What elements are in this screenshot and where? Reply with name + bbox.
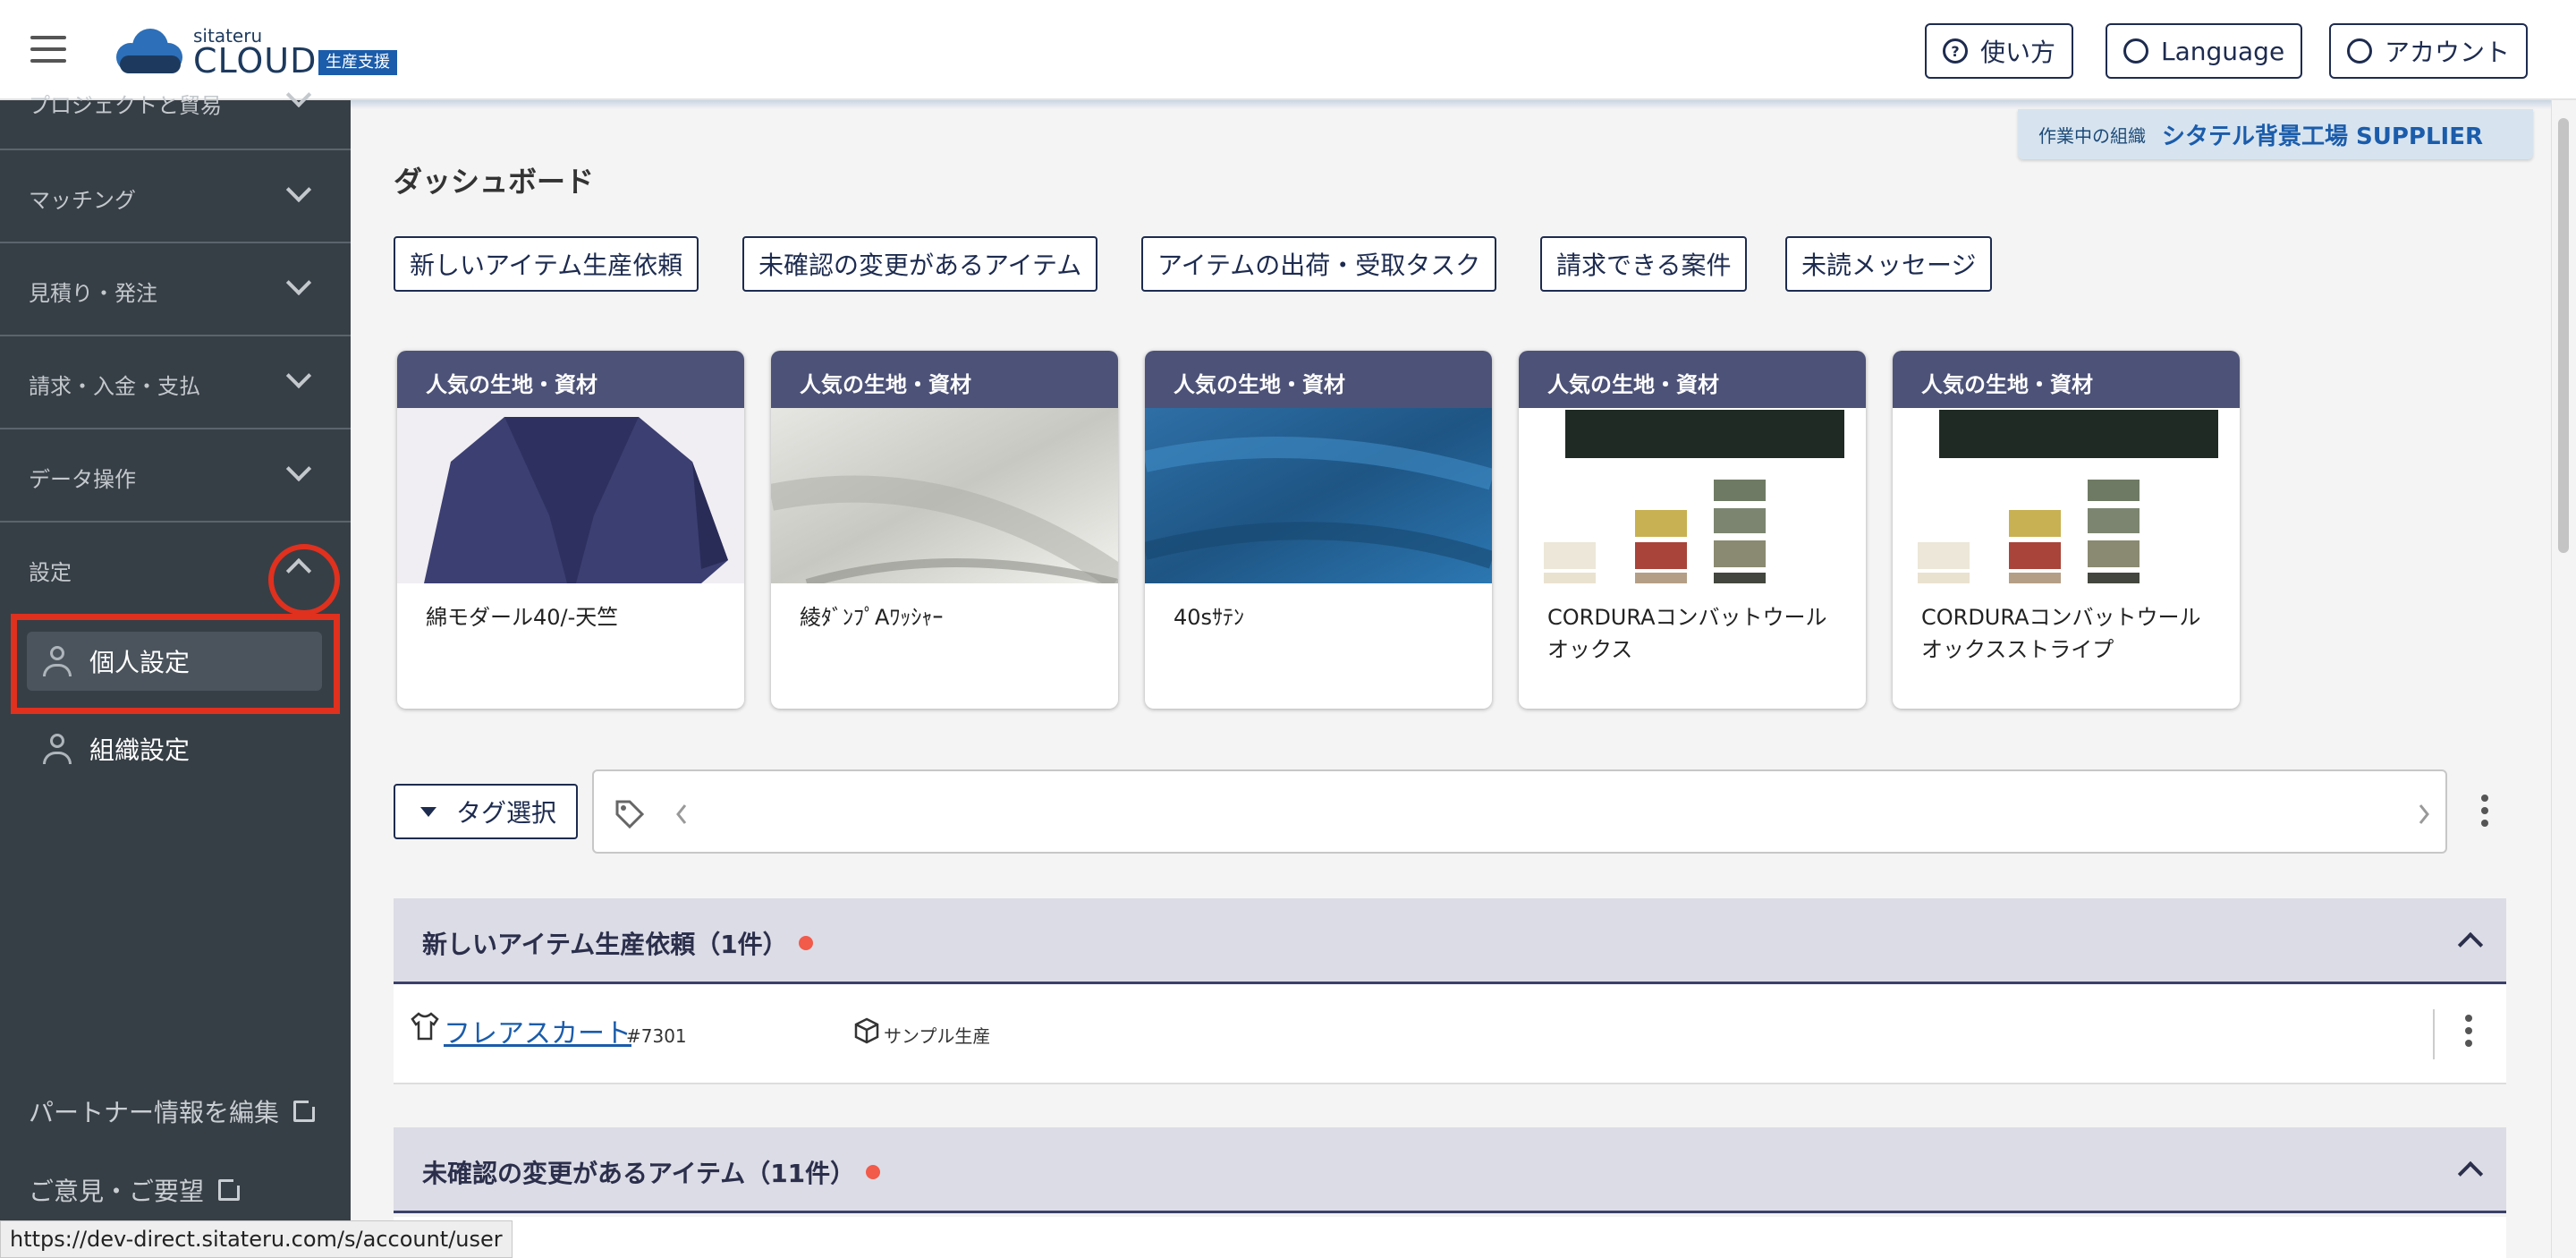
section-new-requests[interactable]: 新しいアイテム生産依頼（1件）	[394, 898, 2506, 984]
unread-dot	[798, 936, 813, 950]
tag-icon	[615, 800, 645, 829]
card-header: 人気の生地・資材	[397, 351, 744, 408]
swatch-image	[1519, 408, 1866, 583]
table-row[interactable]	[394, 1217, 2506, 1258]
partner-info-link[interactable]: パートナー情報を編集	[29, 1093, 318, 1129]
card-name: CORDURAコンバットウールオックスストライプ	[1921, 605, 2201, 662]
section-title: 未確認の変更があるアイテム（11件）	[422, 1154, 881, 1190]
chevron-down-icon	[285, 81, 312, 108]
people-icon	[41, 734, 73, 766]
fabric-image	[771, 408, 1118, 583]
card-header: 人気の生地・資材	[771, 351, 1118, 408]
sidebar-section-label: データ操作	[29, 467, 136, 492]
chevron-down-icon	[285, 269, 312, 296]
sidebar-section-label: 設定	[29, 560, 72, 585]
chevron-down-icon	[285, 362, 312, 389]
shirt-icon	[411, 1012, 439, 1041]
sidebar-item-label: 組織設定	[89, 735, 191, 765]
filter-unconfirmed-changes[interactable]: 未確認の変更があるアイテム	[742, 236, 1098, 292]
status-url: https://dev-direct.sitateru.com/s/accoun…	[0, 1220, 513, 1258]
sidebar-section-matching[interactable]: マッチング	[0, 149, 351, 242]
item-link[interactable]: フレアスカート	[444, 1011, 631, 1050]
swatch-image	[1893, 408, 2240, 583]
chevron-right-icon[interactable]	[2415, 802, 2433, 827]
org-name: シタテル背景工場 SUPPLIER	[2161, 123, 2483, 150]
material-card[interactable]: 人気の生地・資材 CORDURAコンバットウールオックスストライプ	[1893, 351, 2240, 709]
filter-new-requests[interactable]: 新しいアイテム生産依頼	[394, 236, 699, 292]
row-more-icon[interactable]	[2465, 1015, 2472, 1052]
account-icon	[2347, 38, 2372, 64]
sidebar-section-billing[interactable]: 請求・入金・支払	[0, 335, 351, 428]
org-label: 作業中の組織	[2038, 124, 2146, 147]
highlight-circle	[268, 544, 340, 616]
external-link-icon	[218, 1177, 243, 1201]
section-title-text: 新しいアイテム生産依頼（1件）	[422, 930, 788, 959]
scrollbar-thumb[interactable]	[2558, 118, 2569, 553]
item-type: サンプル生産	[884, 1025, 991, 1047]
tag-bar	[592, 769, 2447, 854]
top-strip	[351, 100, 2551, 109]
material-card[interactable]: 人気の生地・資材 綿モダール40/-天竺	[397, 351, 744, 709]
material-card[interactable]: 人気の生地・資材 40sｻﾃﾝ	[1145, 351, 1492, 709]
material-card[interactable]: 人気の生地・資材 綾ﾀﾞﾝﾌﾟAﾜｯｼｬｰ	[771, 351, 1118, 709]
chevron-left-icon[interactable]	[673, 802, 691, 827]
fabric-image	[1145, 408, 1492, 583]
material-card[interactable]: 人気の生地・資材 CORDURAコンバットウールオックス	[1519, 351, 1866, 709]
main-content: 作業中の組織 シタテル背景工場 SUPPLIER ダッシュボード 新しいアイテム…	[351, 100, 2551, 1258]
card-name: 40sｻﾃﾝ	[1174, 605, 1245, 630]
filter-shipping-tasks[interactable]: アイテムの出荷・受取タスク	[1141, 236, 1497, 292]
filter-unread-messages[interactable]: 未読メッセージ	[1785, 236, 1993, 292]
sidebar-section-label: 請求・入金・支払	[29, 374, 200, 399]
question-icon: ?	[1943, 38, 1968, 64]
partner-info-label: パートナー情報を編集	[29, 1098, 280, 1127]
sidebar-section-label: 見積り・発注	[29, 281, 157, 306]
card-header: 人気の生地・資材	[1519, 351, 1866, 408]
section-title-text: 未確認の変更があるアイテム（11件）	[422, 1159, 856, 1188]
external-link-icon	[293, 1098, 318, 1122]
box-icon	[854, 1017, 879, 1044]
card-name: 綾ﾀﾞﾝﾌﾟAﾜｯｼｬｰ	[800, 605, 944, 630]
sidebar-section-quotes[interactable]: 見積り・発注	[0, 242, 351, 335]
account-label: アカウント	[2385, 38, 2511, 67]
sidebar: プロジェクトと貿易 マッチング 見積り・発注 請求・入金・支払 データ操作 設定…	[0, 81, 351, 1258]
tag-select-label: タグ選択	[456, 798, 557, 828]
chevron-down-icon	[285, 176, 312, 203]
feedback-link[interactable]: ご意見・ご要望	[29, 1172, 243, 1208]
unread-dot	[866, 1165, 881, 1179]
help-button[interactable]: ? 使い方	[1925, 23, 2074, 79]
card-name: 綿モダール40/-天竺	[426, 605, 619, 630]
divider	[2433, 1009, 2435, 1059]
section-unconfirmed-changes[interactable]: 未確認の変更があるアイテム（11件）	[394, 1127, 2506, 1213]
sidebar-section-projects[interactable]: プロジェクトと貿易	[0, 55, 351, 149]
language-button[interactable]: Language	[2106, 23, 2303, 79]
card-header: 人気の生地・資材	[1893, 351, 2240, 408]
sidebar-section-data[interactable]: データ操作	[0, 428, 351, 521]
account-button[interactable]: アカウント	[2329, 23, 2529, 79]
filter-billable[interactable]: 請求できる案件	[1540, 236, 1748, 292]
page-title: ダッシュボード	[394, 165, 595, 199]
sidebar-section-label: プロジェクトと貿易	[29, 93, 222, 118]
more-options-icon[interactable]	[2481, 795, 2488, 832]
globe-icon	[2123, 38, 2148, 64]
sidebar-section-label: マッチング	[29, 188, 136, 213]
chevron-up-icon[interactable]	[2457, 1160, 2484, 1187]
current-org-badge: 作業中の組織 シタテル背景工場 SUPPLIER	[2018, 109, 2533, 159]
help-label: 使い方	[1980, 38, 2056, 67]
highlight-rectangle	[11, 614, 340, 714]
chevron-up-icon[interactable]	[2457, 931, 2484, 958]
feedback-label: ご意見・ご要望	[29, 1177, 205, 1206]
card-name: CORDURAコンバットウールオックス	[1547, 605, 1827, 662]
language-label: Language	[2161, 36, 2285, 66]
caret-down-icon	[420, 806, 436, 817]
product-image	[397, 408, 744, 583]
card-header: 人気の生地・資材	[1145, 351, 1492, 408]
table-row[interactable]: フレアスカート #7301 サンプル生産	[394, 984, 2506, 1084]
section-title: 新しいアイテム生産依頼（1件）	[422, 925, 813, 961]
chevron-down-icon	[285, 455, 312, 482]
tag-select-button[interactable]: タグ選択	[394, 784, 578, 839]
app-header: sitateru CLOUD 生産支援 ? 使い方 Language アカウント	[0, 0, 2576, 100]
sidebar-item-org-settings[interactable]: 組織設定	[27, 719, 322, 778]
item-number: #7301	[626, 1025, 687, 1047]
